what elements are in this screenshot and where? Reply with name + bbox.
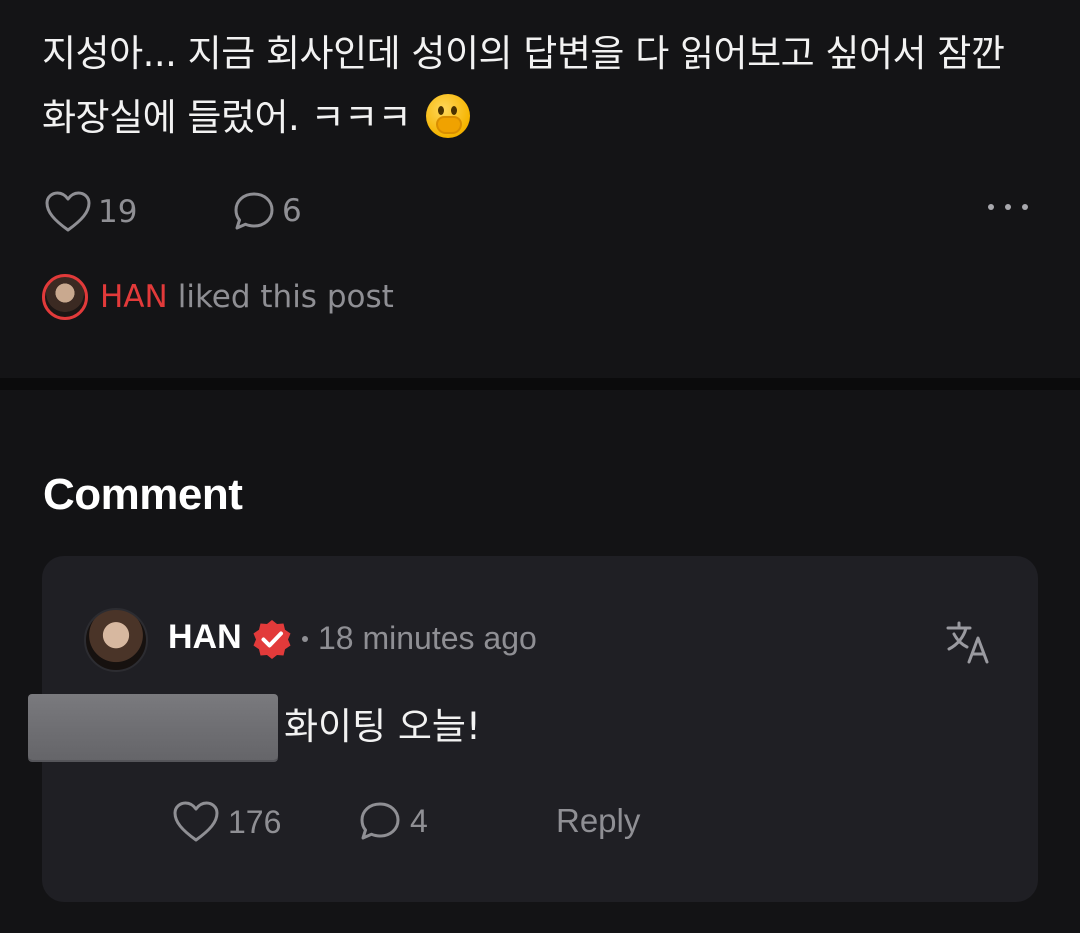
- comment-like-count: 176: [228, 803, 282, 840]
- page: 지성아... 지금 회사인데 성이의 답변을 다 읽어보고 싶어서 잠깐 화장실…: [0, 0, 1080, 933]
- avatar[interactable]: [42, 274, 88, 320]
- comment-timestamp: 18 minutes ago: [318, 620, 537, 656]
- avatar[interactable]: [84, 608, 148, 672]
- face-with-hand-over-mouth-icon: [426, 94, 471, 138]
- liked-by-row: HAN liked this post: [42, 274, 394, 320]
- speech-bubble-icon: [360, 802, 400, 840]
- liked-by-text: liked this post: [177, 279, 394, 315]
- liked-by-name[interactable]: HAN: [100, 279, 168, 315]
- section-divider: [0, 378, 1080, 390]
- comment-like-button[interactable]: 176: [172, 800, 281, 844]
- comment-reply-count-button[interactable]: 4: [358, 800, 428, 842]
- post-body: 지성아... 지금 회사인데 성이의 답변을 다 읽어보고 싶어서 잠깐 화장실…: [42, 22, 1042, 150]
- post-like-count: 19: [98, 194, 138, 230]
- separator-dot: [302, 636, 308, 642]
- more-options-icon[interactable]: [988, 204, 1028, 210]
- post-like-button[interactable]: 19: [44, 190, 137, 234]
- heart-icon: [45, 191, 91, 232]
- reply-button[interactable]: Reply: [556, 802, 640, 840]
- verified-badge-icon: [253, 620, 291, 659]
- comment-actions: 176 4 Reply: [172, 800, 772, 846]
- redaction-block: [28, 694, 278, 760]
- comment-reply-count: 4: [410, 802, 428, 839]
- comment-author[interactable]: HAN: [168, 618, 242, 657]
- translate-icon[interactable]: [944, 618, 992, 666]
- comment-card: HAN 18 minutes ago 화이팅 오늘! 176 4 Reply: [28, 556, 1038, 902]
- post-text: 지성아... 지금 회사인데 성이의 답변을 다 읽어보고 싶어서 잠깐 화장실…: [42, 32, 1005, 139]
- heart-icon: [173, 801, 219, 842]
- comment-heading: Comment: [43, 470, 243, 519]
- speech-bubble-icon: [234, 192, 274, 230]
- comment-body: 화이팅 오늘!: [284, 705, 481, 748]
- post-comment-button[interactable]: 6: [232, 190, 302, 232]
- post-actions: 19 6: [44, 190, 1034, 236]
- post-comment-count: 6: [282, 193, 302, 229]
